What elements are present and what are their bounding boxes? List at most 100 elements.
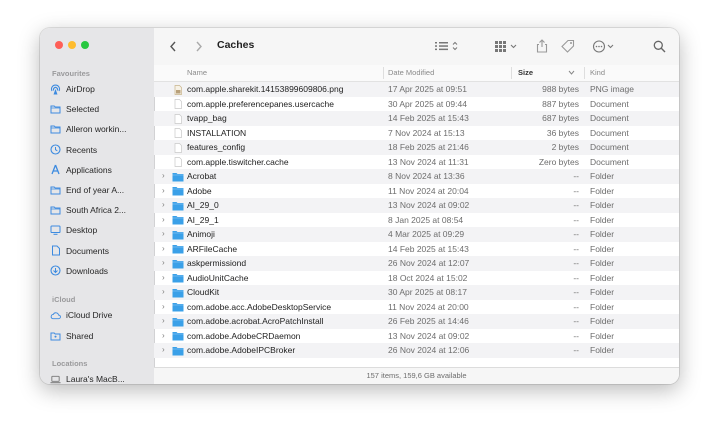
file-name: Animoji bbox=[187, 229, 215, 239]
window-title: Caches bbox=[217, 39, 255, 51]
file-size: 36 bytes bbox=[546, 127, 579, 138]
folder-row[interactable]: › CloudKit 30 Apr 2025 at 08:17 -- Folder bbox=[154, 285, 679, 300]
file-list: com.apple.sharekit.14153899609806.png 17 … bbox=[154, 82, 679, 368]
forward-button[interactable] bbox=[192, 38, 206, 54]
disclosure-triangle-icon[interactable]: › bbox=[162, 271, 165, 286]
tags-button[interactable] bbox=[560, 38, 576, 54]
back-button[interactable] bbox=[166, 38, 180, 54]
search-icon bbox=[653, 40, 665, 52]
column-divider[interactable] bbox=[383, 67, 384, 79]
view-options-button[interactable] bbox=[433, 38, 461, 54]
sidebar-item[interactable]: South Africa 2... bbox=[50, 202, 150, 218]
file-row[interactable]: INSTALLATION 7 Nov 2024 at 15:13 36 bytes D… bbox=[154, 126, 679, 141]
sidebar-item[interactable]: End of year A... bbox=[50, 182, 150, 198]
tag-icon bbox=[561, 39, 575, 53]
file-name: askpermissiond bbox=[187, 258, 247, 268]
sidebar-item[interactable]: Applications bbox=[50, 162, 150, 178]
sidebar-heading-locations: Locations bbox=[52, 359, 88, 368]
file-row[interactable]: features_config 18 Feb 2025 at 21:46 2 byt… bbox=[154, 140, 679, 155]
sidebar-item[interactable]: Recents bbox=[50, 142, 150, 158]
column-header-size[interactable]: Size bbox=[518, 65, 533, 81]
file-size: 988 bytes bbox=[542, 84, 579, 94]
file-size: -- bbox=[573, 185, 579, 196]
document-icon bbox=[172, 99, 184, 109]
minimize-window-button[interactable] bbox=[68, 41, 76, 49]
document-icon bbox=[172, 157, 184, 167]
sidebar-item[interactable]: Downloads bbox=[50, 263, 150, 279]
disclosure-triangle-icon[interactable]: › bbox=[162, 242, 165, 257]
file-kind: Folder bbox=[590, 200, 615, 210]
disclosure-triangle-icon[interactable]: › bbox=[162, 227, 165, 242]
sidebar-item-label: End of year A... bbox=[66, 185, 125, 195]
disclosure-triangle-icon[interactable]: › bbox=[162, 285, 165, 300]
clock-icon bbox=[50, 144, 61, 155]
zoom-window-button[interactable] bbox=[81, 41, 89, 49]
chevron-left-icon bbox=[170, 41, 176, 51]
sidebar-item[interactable]: Shared bbox=[50, 328, 150, 344]
file-size: -- bbox=[573, 258, 579, 268]
folder-row[interactable]: › askpermissiond 26 Nov 2024 at 12:07 -- Fol… bbox=[154, 256, 679, 271]
sidebar-item[interactable]: Alleron workin... bbox=[50, 121, 150, 137]
folder-row[interactable]: › com.adobe.AdobeCRDaemon 13 Nov 2024 at 0… bbox=[154, 329, 679, 344]
file-kind: Folder bbox=[590, 214, 615, 225]
file-kind: Folder bbox=[590, 229, 615, 239]
sidebar-item[interactable]: AirDrop bbox=[50, 81, 150, 97]
column-header-kind[interactable]: Kind bbox=[590, 65, 605, 81]
folder-icon bbox=[50, 104, 61, 115]
folder-row[interactable]: › AudioUnitCache 18 Oct 2024 at 15:02 -- Fol… bbox=[154, 271, 679, 286]
close-window-button[interactable] bbox=[55, 41, 63, 49]
column-header-name[interactable]: Name bbox=[187, 65, 207, 81]
disclosure-triangle-icon[interactable]: › bbox=[162, 184, 165, 199]
file-row[interactable]: com.apple.preferencepanes.usercache 30 Ap… bbox=[154, 97, 679, 112]
folder-row[interactable]: › ARFileCache 14 Feb 2025 at 15:43 -- Folder bbox=[154, 242, 679, 257]
file-kind: Folder bbox=[590, 316, 615, 326]
folder-icon bbox=[172, 215, 184, 225]
image-file-icon bbox=[172, 84, 184, 95]
disclosure-triangle-icon[interactable]: › bbox=[162, 314, 165, 329]
file-date-modified: 14 Feb 2025 at 15:43 bbox=[388, 243, 469, 254]
column-divider[interactable] bbox=[584, 67, 585, 79]
share-button[interactable] bbox=[534, 38, 550, 54]
file-row[interactable]: com.apple.tiswitcher.cache 13 Nov 2024 at… bbox=[154, 155, 679, 170]
file-kind: Folder bbox=[590, 185, 615, 196]
sidebar-item[interactable]: Documents bbox=[50, 243, 150, 259]
file-date-modified: 26 Nov 2024 at 12:06 bbox=[388, 345, 470, 355]
file-row[interactable]: com.apple.sharekit.14153899609806.png 17 … bbox=[154, 82, 679, 97]
document-icon bbox=[50, 245, 61, 256]
search-button[interactable] bbox=[651, 38, 667, 54]
folder-row[interactable]: › Animoji 4 Mar 2025 at 09:29 -- Folder bbox=[154, 227, 679, 242]
disclosure-triangle-icon[interactable]: › bbox=[162, 169, 165, 184]
file-size: Zero bytes bbox=[538, 156, 579, 167]
folder-icon bbox=[172, 259, 184, 269]
sidebar-item-label: iCloud Drive bbox=[66, 310, 113, 320]
file-name: com.apple.tiswitcher.cache bbox=[187, 156, 289, 167]
disclosure-triangle-icon[interactable]: › bbox=[162, 343, 165, 358]
file-date-modified: 11 Nov 2024 at 20:04 bbox=[388, 185, 469, 196]
disclosure-triangle-icon[interactable]: › bbox=[162, 300, 165, 315]
sidebar-item[interactable]: Desktop bbox=[50, 222, 150, 238]
folder-row[interactable]: › com.adobe.acc.AdobeDesktopService 11 Nov… bbox=[154, 300, 679, 315]
file-name: com.adobe.AdobeCRDaemon bbox=[187, 330, 301, 341]
folder-row[interactable]: › AI_29_1 8 Jan 2025 at 08:54 -- Folder bbox=[154, 213, 679, 228]
folder-row[interactable]: › Acrobat 8 Nov 2024 at 13:36 -- Folder bbox=[154, 169, 679, 184]
group-button[interactable] bbox=[493, 38, 521, 54]
folder-row[interactable]: › AI_29_0 13 Nov 2024 at 09:02 -- Folder bbox=[154, 198, 679, 213]
folder-row[interactable]: › com.adobe.AdobeIPCBroker 26 Nov 2024 at … bbox=[154, 343, 679, 358]
grid-icon bbox=[495, 41, 517, 52]
file-kind: PNG image bbox=[590, 84, 634, 94]
disclosure-triangle-icon[interactable]: › bbox=[162, 256, 165, 271]
disclosure-triangle-icon[interactable]: › bbox=[162, 213, 165, 228]
sidebar-item[interactable]: iCloud Drive bbox=[50, 307, 150, 323]
more-actions-button[interactable] bbox=[591, 38, 619, 54]
folder-row[interactable]: › Adobe 11 Nov 2024 at 20:04 -- Folder bbox=[154, 184, 679, 199]
column-divider[interactable] bbox=[511, 67, 512, 79]
file-name: AI_29_0 bbox=[187, 200, 219, 210]
file-row[interactable]: tvapp_bag 14 Feb 2025 at 15:43 687 bytes Do… bbox=[154, 111, 679, 126]
sidebar-item[interactable]: Selected bbox=[50, 101, 150, 117]
disclosure-triangle-icon[interactable]: › bbox=[162, 329, 165, 344]
file-kind: Folder bbox=[590, 330, 615, 341]
column-header-date[interactable]: Date Modified bbox=[388, 65, 434, 81]
sidebar-item[interactable]: Laura's MacB... bbox=[50, 371, 150, 384]
folder-row[interactable]: › com.adobe.acrobat.AcroPatchInstall 26 Fe… bbox=[154, 314, 679, 329]
disclosure-triangle-icon[interactable]: › bbox=[162, 198, 165, 213]
